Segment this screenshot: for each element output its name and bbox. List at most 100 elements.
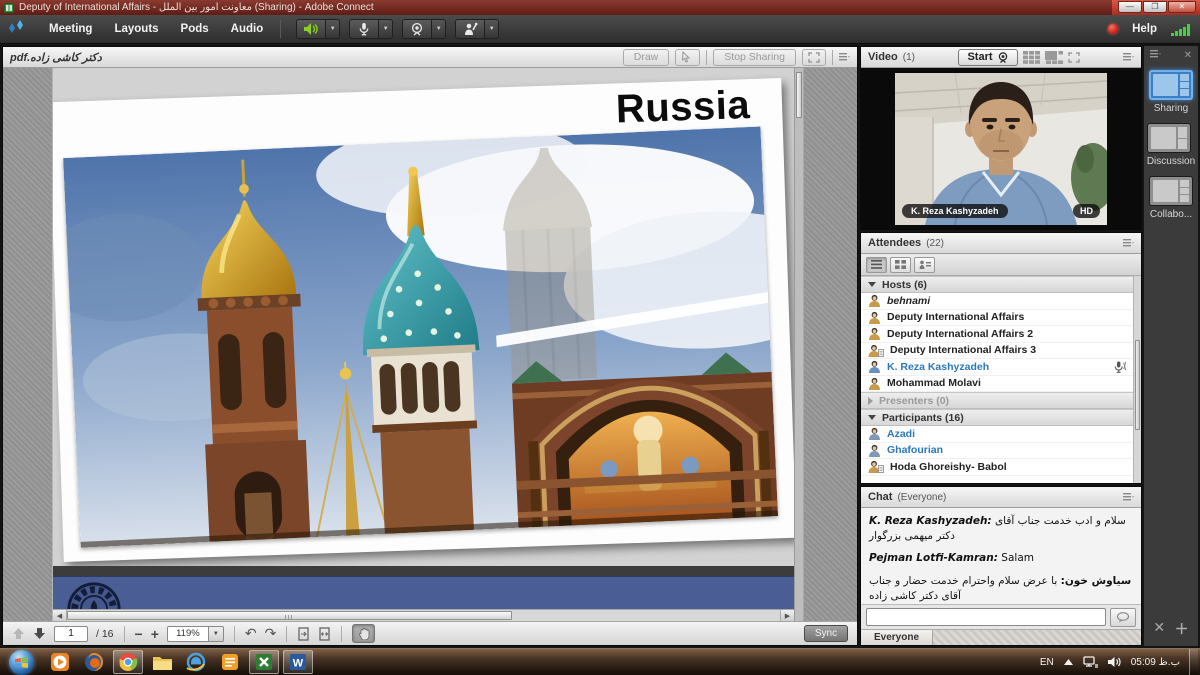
undo-button[interactable]: ↶ [245,627,257,641]
chat-pod-menu-button[interactable] [1123,493,1134,501]
hosts-section-header[interactable]: Hosts (6) [861,276,1133,293]
attendee-row[interactable]: K. Reza Kashyzadeh [861,359,1133,376]
vertical-scroll-thumb[interactable] [796,72,802,118]
grid-view-button[interactable] [1023,51,1040,64]
add-layout-icon[interactable]: ＋ [1175,619,1189,639]
attendee-row[interactable]: Hoda Ghoreishy- Babol [861,459,1133,476]
fullscreen-button[interactable] [802,49,826,66]
list-view-button[interactable] [866,257,887,273]
layouts-menu-icon[interactable] [1150,50,1161,58]
attendee-row[interactable]: Deputy International Affairs 2 [861,326,1133,343]
chat-pod-title: Chat [868,491,892,503]
status-dropdown[interactable]: ▼ [485,19,499,39]
attendees-scrollbar[interactable] [1133,276,1141,483]
toolbar-divider [341,626,342,642]
chat-input[interactable] [866,608,1106,626]
page-number-input[interactable] [54,626,88,642]
chrome-icon[interactable] [113,650,143,674]
explorer-icon[interactable] [147,650,177,674]
start-webcam-button[interactable]: Start [958,49,1017,66]
horizontal-scroll-track[interactable] [512,610,780,621]
clock[interactable]: 05:09 ب.ظ [1131,657,1180,668]
show-desktop-button[interactable] [1189,649,1198,675]
media-player-icon[interactable] [45,650,75,674]
participants-section-header[interactable]: Participants (16) [861,409,1133,426]
zoom-in-button[interactable]: + [151,627,159,641]
attendee-row[interactable]: Mohammad Molavi [861,376,1133,393]
layout-discussion[interactable]: Discussion [1147,123,1195,167]
attendee-row[interactable]: behnami [861,293,1133,310]
zoom-dropdown-button[interactable]: ▼ [209,626,224,642]
attendee-row[interactable]: Deputy International Affairs [861,310,1133,327]
chat-message-list: K. Reza Kashyzadeh: سلام و ادب خدمت جناب… [861,508,1141,604]
maximize-button[interactable]: ❐ [1143,1,1167,13]
raise-hand-button[interactable] [455,19,485,39]
minimize-button[interactable]: — [1118,1,1142,13]
host-avatar-icon [868,327,881,340]
attendee-row[interactable]: Ghafourian [861,443,1133,460]
word-icon[interactable]: W [283,650,313,674]
internet-explorer-icon[interactable] [181,650,211,674]
pointer-button[interactable] [675,49,700,66]
page-down-button[interactable] [33,627,46,640]
attendee-row[interactable]: Azadi [861,426,1133,443]
help-menu[interactable]: Help [1132,23,1157,35]
page-up-button[interactable] [12,627,25,640]
filmstrip-view-button[interactable] [1045,51,1063,64]
vertical-scrollbar[interactable] [794,68,803,621]
language-indicator[interactable]: EN [1040,657,1054,668]
fit-width-button[interactable] [318,627,331,641]
menu-layouts[interactable]: Layouts [103,15,169,44]
attendees-pod-menu-button[interactable] [1123,239,1134,247]
chat-input-row [861,604,1141,629]
horizontal-scroll-thumb[interactable] [67,611,512,620]
tray-arrow-icon[interactable] [1064,659,1073,665]
speaker-dropdown[interactable]: ▼ [326,19,340,39]
document-viewport[interactable]: Russia [53,68,794,621]
share-pod-menu-button[interactable] [839,53,850,61]
send-message-button[interactable] [1110,608,1136,627]
layouts-close-icon[interactable]: ✕ [1184,50,1192,61]
connection-bars-icon[interactable] [1171,23,1190,36]
start-button[interactable] [9,650,34,675]
chat-sender: Pejman Lotfi-Kamran: [869,552,998,564]
presenters-section-header[interactable]: Presenters (0) [861,392,1133,409]
draw-button[interactable]: Draw [623,49,670,66]
status-view-button[interactable] [914,257,935,273]
breakout-view-button[interactable] [890,257,911,273]
participant-avatar-document-icon [868,460,884,473]
layout-collaboration[interactable]: Collabo... [1149,176,1193,220]
zoom-level-value[interactable]: 119% [167,626,209,642]
video-fullscreen-button[interactable] [1068,52,1080,63]
stop-sharing-button[interactable]: Stop Sharing [713,49,796,66]
chat-tab-everyone[interactable]: Everyone [861,630,933,645]
zoom-out-button[interactable]: − [135,627,143,641]
firefox-icon[interactable] [79,650,109,674]
webcam-button[interactable] [402,19,432,39]
fit-page-button[interactable] [297,627,310,641]
connect-icon[interactable] [249,650,279,674]
attendee-row[interactable]: Deputy International Affairs 3 [861,343,1133,360]
horizontal-scrollbar[interactable]: ◀ ▶ [53,609,794,621]
attendees-scroll-thumb[interactable] [1135,340,1140,430]
scroll-left-button[interactable]: ◀ [53,610,67,621]
participants-section-label: Participants (16) [882,412,964,424]
scroll-right-button[interactable]: ▶ [780,610,794,621]
webcam-dropdown[interactable]: ▼ [432,19,446,39]
volume-icon[interactable] [1108,656,1121,668]
close-button[interactable]: ✕ [1168,1,1196,13]
network-icon[interactable] [1083,656,1098,669]
redo-button[interactable]: ↷ [265,627,277,641]
microphone-dropdown[interactable]: ▼ [379,19,393,39]
speaker-button[interactable] [296,19,326,39]
layout-sharing[interactable]: Sharing [1149,70,1193,114]
video-pod-menu-button[interactable] [1123,53,1134,61]
notes-icon[interactable] [215,650,245,674]
menu-meeting[interactable]: Meeting [38,15,103,44]
delete-layout-icon[interactable]: ✕ [1153,619,1165,639]
menu-pods[interactable]: Pods [170,15,220,44]
microphone-button[interactable] [349,19,379,39]
sync-button[interactable]: Sync [804,625,848,642]
pan-tool-button[interactable] [352,624,375,643]
menu-audio[interactable]: Audio [220,15,275,44]
